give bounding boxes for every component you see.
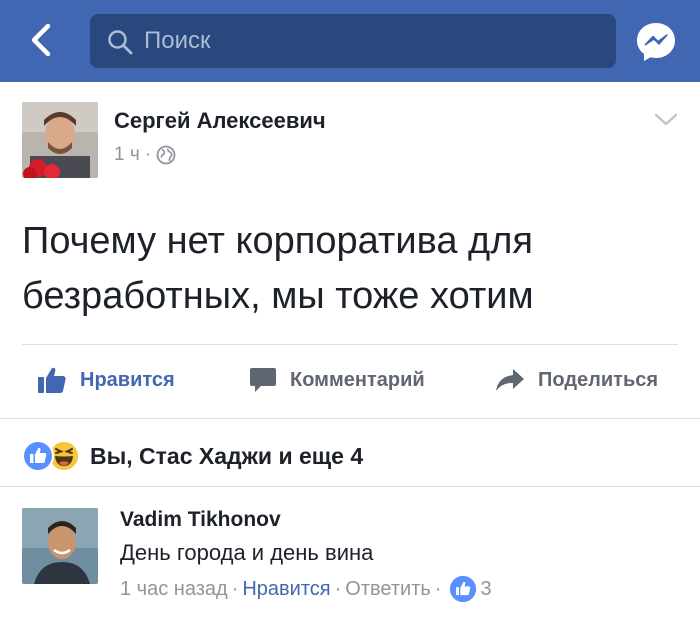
meta-separator: · (434, 577, 442, 600)
comment-button[interactable]: Комментарий (248, 360, 425, 400)
comment-reply-button[interactable]: Ответить (345, 578, 431, 601)
post-options-button[interactable] (652, 110, 680, 130)
messenger-icon (637, 23, 675, 61)
back-button[interactable] (22, 20, 62, 60)
comment-meta: 1 час назад · Нравится · Ответить · 3 (120, 575, 492, 603)
like-badge-icon[interactable] (449, 575, 477, 603)
thumbs-up-icon (38, 367, 66, 393)
comment-icon (250, 368, 276, 392)
divider (0, 486, 700, 487)
comment-text: День города и день вина (120, 540, 374, 565)
meta-separator: · (144, 144, 152, 165)
top-navigation-bar (0, 0, 700, 82)
divider (0, 418, 700, 419)
chevron-down-icon (654, 113, 678, 126)
like-label: Нравится (80, 368, 175, 391)
post-text: Почему нет корпоратива для безработных, … (22, 220, 534, 317)
comment-like-button[interactable]: Нравится (242, 578, 330, 601)
post-meta: 1 ч · (114, 144, 176, 166)
reaction-icons (22, 440, 84, 472)
comment-author-name[interactable]: Vadim Tikhonov (120, 508, 281, 532)
comment-label: Комментарий (290, 368, 425, 391)
meta-separator: · (334, 577, 342, 600)
author-photo (22, 102, 98, 178)
messenger-button[interactable] (634, 20, 678, 64)
globe-icon (156, 145, 176, 165)
share-button[interactable]: Поделиться (494, 360, 658, 400)
share-arrow-icon (496, 369, 524, 391)
commenter-photo (22, 508, 98, 584)
like-button[interactable]: Нравится (36, 360, 175, 400)
commenter-avatar[interactable] (22, 508, 98, 584)
search-input[interactable] (144, 14, 604, 68)
share-label: Поделиться (538, 368, 659, 391)
post-author-name[interactable]: Сергей Алексеевич (114, 108, 326, 134)
comment-time[interactable]: 1 час назад (120, 578, 228, 601)
meta-separator: · (231, 577, 239, 600)
author-avatar[interactable] (22, 102, 98, 178)
like-reaction-icon (22, 440, 54, 472)
comment-like-count[interactable]: 3 (480, 578, 491, 601)
search-box[interactable] (90, 14, 616, 68)
reactions-summary[interactable]: Вы, Стас Хаджи и еще 4 (22, 438, 363, 474)
chevron-left-icon (31, 23, 51, 57)
divider (22, 344, 678, 345)
reactions-summary-text: Вы, Стас Хаджи и еще 4 (90, 442, 364, 469)
search-icon (108, 30, 133, 55)
post-time[interactable]: 1 ч (114, 144, 140, 166)
